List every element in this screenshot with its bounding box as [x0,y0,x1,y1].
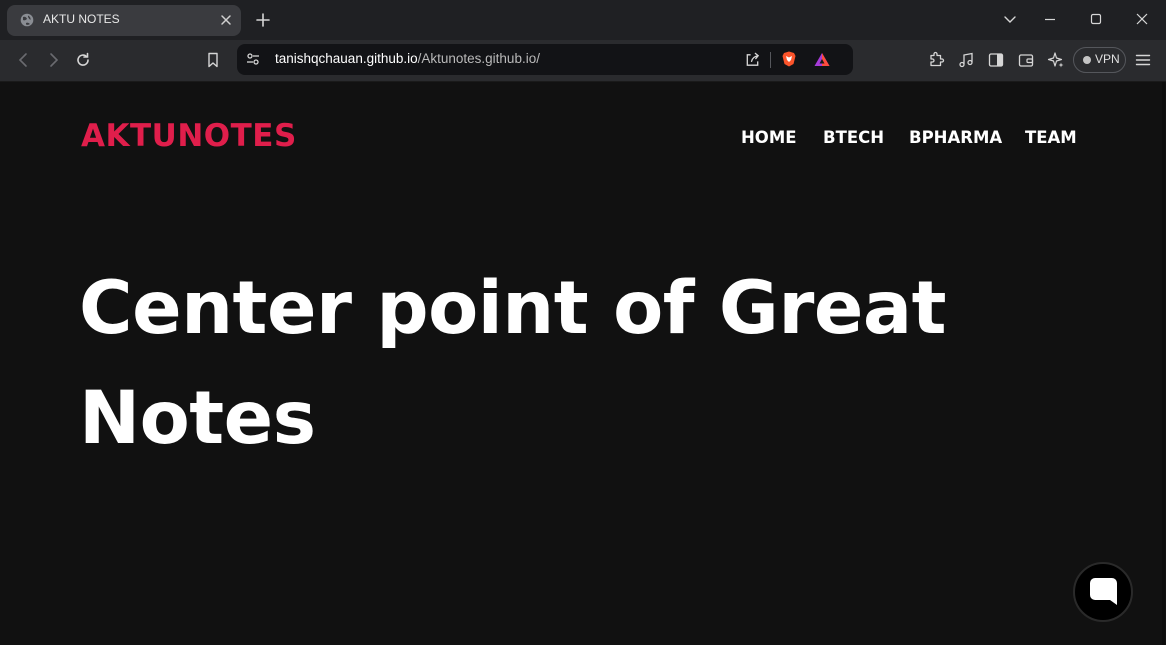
chat-widget-button[interactable] [1073,562,1133,622]
nav-bpharma[interactable]: BPHARMA [909,128,1002,147]
tab-search-chevron-icon[interactable] [1002,11,1018,27]
brave-shields-icon[interactable] [780,50,798,68]
brave-rewards-icon[interactable] [813,51,831,69]
close-tab-icon[interactable] [219,13,233,27]
nav-team[interactable]: TEAM [1025,128,1077,147]
reload-icon[interactable] [74,51,92,69]
hero-heading: Center point of Great Notes [79,254,979,474]
vpn-status-icon [1083,56,1091,64]
hero-line-2: Notes [79,376,316,461]
nav-btech[interactable]: BTECH [823,128,884,147]
hero-line-1: Center point of Great [79,266,947,351]
bookmark-icon[interactable] [204,51,222,69]
site-logo[interactable]: AKTUNOTES [81,118,297,154]
share-icon[interactable] [744,51,761,68]
address-divider [770,52,771,68]
minimize-icon[interactable] [1042,11,1058,27]
url-text: tanishqchauan.github.io/Aktunotes.github… [275,51,540,66]
web-page: AKTUNOTES HOME BTECH BPHARMA TEAM Center… [1,82,1165,645]
title-bar: AKTU NOTES [0,0,1166,40]
tab-aktu-notes[interactable]: AKTU NOTES [7,5,241,36]
vpn-label: VPN [1095,52,1120,66]
media-music-icon[interactable] [957,51,975,69]
tab-title: AKTU NOTES [43,12,120,26]
chat-bubble-icon [1090,578,1117,605]
globe-icon [20,13,34,27]
site-settings-icon[interactable] [245,51,261,67]
extensions-icon[interactable] [927,51,945,69]
browser-window: AKTU NOTES tanishqchauan.github.io/Aktun… [0,0,1166,645]
sidebar-icon[interactable] [987,51,1005,69]
url-host: tanishqchauan.github.io [275,51,418,66]
wallet-icon[interactable] [1017,51,1035,69]
page-scrollbar[interactable] [1162,82,1165,645]
nav-home[interactable]: HOME [741,128,797,147]
vpn-button[interactable]: VPN [1073,47,1126,73]
close-window-icon[interactable] [1134,11,1150,27]
browser-toolbar: tanishqchauan.github.io/Aktunotes.github… [0,40,1166,82]
maximize-icon[interactable] [1088,11,1104,27]
forward-icon[interactable] [44,51,62,69]
address-bar[interactable]: tanishqchauan.github.io/Aktunotes.github… [237,44,853,75]
url-path: /Aktunotes.github.io/ [417,51,540,66]
leo-ai-icon[interactable] [1047,51,1065,69]
back-icon[interactable] [15,51,33,69]
new-tab-icon[interactable] [254,11,272,29]
menu-icon[interactable] [1134,51,1152,69]
